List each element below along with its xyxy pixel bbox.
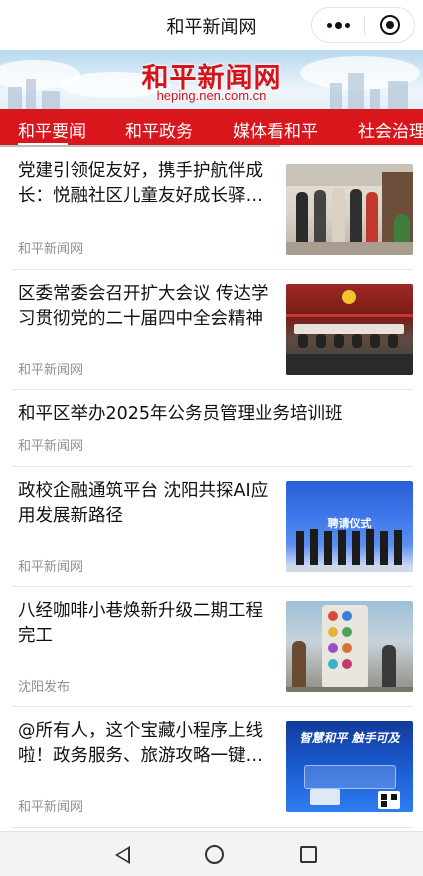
news-item[interactable]: 政校企融通筑平台 沈阳共探AI应用发展新路径 和平新闻网 聘请仪式 bbox=[0, 467, 423, 587]
tab-heping-government[interactable]: 和平政务 bbox=[125, 117, 193, 142]
system-navigation-bar bbox=[0, 831, 423, 876]
news-item[interactable]: 八经咖啡小巷焕新升级二期工程完工 沈阳发布 bbox=[0, 587, 423, 707]
news-item[interactable]: 区委常委会召开扩大会议 传达学习贯彻党的二十届四中全会精神 和平新闻网 bbox=[0, 270, 423, 390]
news-item[interactable]: 党建引领促友好，携手护航伴成长：悦融社区儿童友好成长驿站揭牌 和平新闻网 bbox=[0, 147, 423, 270]
site-banner: 和平新闻网 heping.nen.com.cn bbox=[0, 50, 423, 109]
app-poster-photo-icon[interactable]: 智慧和平 触手可及 bbox=[286, 721, 413, 812]
news-source: 和平新闻网 bbox=[18, 800, 84, 815]
mini-program-capsule bbox=[311, 7, 415, 43]
top-app-bar: 和平新闻网 bbox=[0, 0, 423, 50]
news-source: 和平新闻网 bbox=[18, 560, 84, 575]
news-source: 和平新闻网 bbox=[18, 363, 84, 378]
close-miniprogram-icon[interactable] bbox=[365, 8, 415, 42]
banner-domain: heping.nen.com.cn bbox=[156, 88, 267, 103]
ceremony-photo-icon[interactable]: 聘请仪式 bbox=[286, 481, 413, 572]
home-circle-icon[interactable] bbox=[184, 832, 244, 876]
tab-media-view[interactable]: 媒体看和平 bbox=[233, 117, 318, 142]
news-headline[interactable]: @所有人，这个宝藏小程序上线啦！政务服务、旅游攻略一键获取 bbox=[18, 719, 274, 769]
meeting-photo-icon[interactable] bbox=[286, 284, 413, 375]
news-source: 沈阳发布 bbox=[18, 680, 71, 695]
list-divider bbox=[12, 827, 413, 828]
news-headline[interactable]: 八经咖啡小巷焕新升级二期工程完工 bbox=[18, 599, 274, 649]
news-source: 和平新闻网 bbox=[18, 439, 84, 454]
poster-slogan-text: 智慧和平 触手可及 bbox=[299, 731, 400, 745]
news-headline[interactable]: 和平区举办2025年公务员管理业务培训班 bbox=[18, 402, 408, 427]
news-item[interactable]: @所有人，这个宝藏小程序上线啦！政务服务、旅游攻略一键获取 和平新闻网 智慧和平… bbox=[0, 707, 423, 828]
news-source: 和平新闻网 bbox=[18, 242, 84, 257]
news-item[interactable]: 和平区举办2025年公务员管理业务培训班 和平新闻网 bbox=[0, 390, 423, 467]
category-tab-bar: 和平要闻 和平政务 媒体看和平 社会治理 bbox=[0, 109, 423, 147]
street-art-photo-icon[interactable] bbox=[286, 601, 413, 692]
tab-heping-news[interactable]: 和平要闻 bbox=[18, 117, 86, 142]
news-headline[interactable]: 党建引领促友好，携手护航伴成长：悦融社区儿童友好成长驿站揭牌 bbox=[18, 159, 274, 209]
tab-social-governance[interactable]: 社会治理 bbox=[358, 117, 423, 142]
more-options-icon[interactable] bbox=[312, 8, 364, 42]
back-triangle-icon[interactable] bbox=[92, 832, 152, 876]
recents-square-icon[interactable] bbox=[278, 832, 338, 876]
community-event-photo-icon[interactable] bbox=[286, 164, 413, 255]
news-headline[interactable]: 政校企融通筑平台 沈阳共探AI应用发展新路径 bbox=[18, 479, 274, 529]
ceremony-banner-text: 聘请仪式 bbox=[327, 517, 372, 530]
news-headline[interactable]: 区委常委会召开扩大会议 传达学习贯彻党的二十届四中全会精神 bbox=[18, 282, 274, 332]
